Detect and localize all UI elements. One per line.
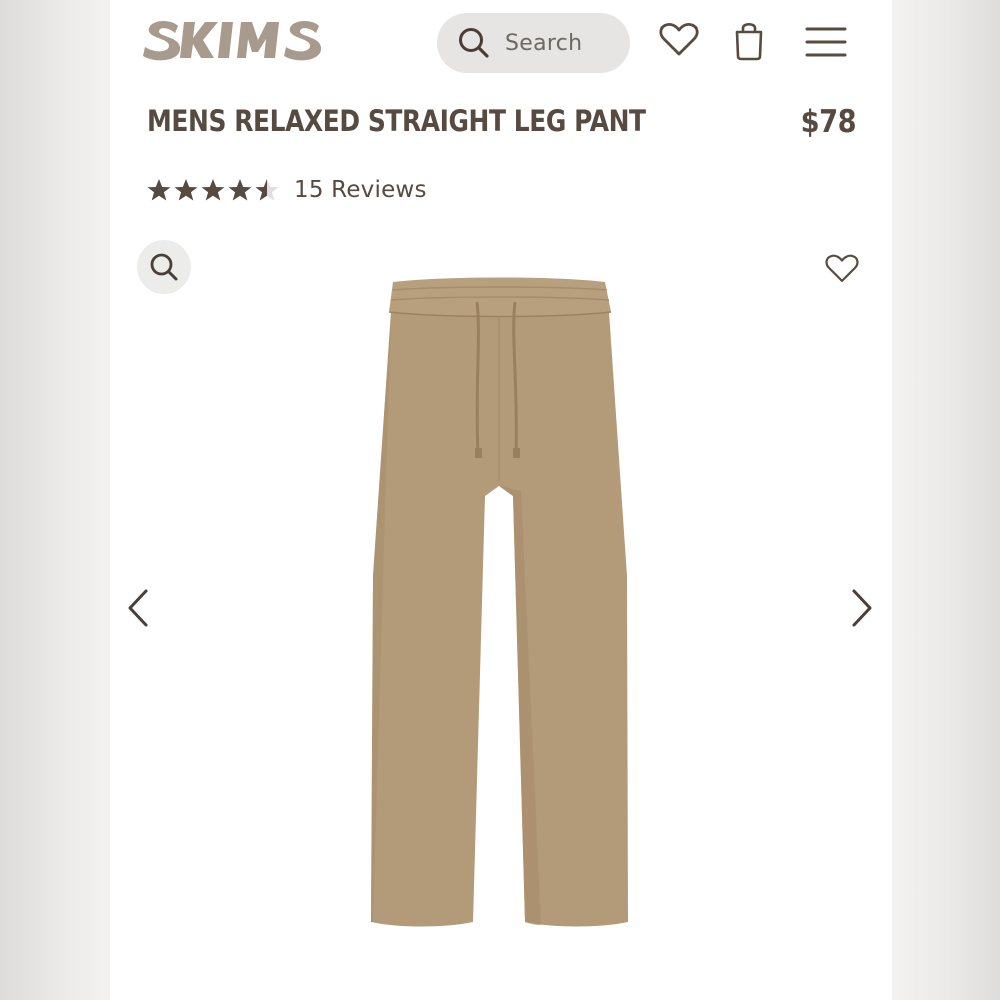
- chevron-left-icon: [128, 589, 148, 627]
- chevron-right-icon: [852, 589, 872, 627]
- product-rating: 15 Reviews: [146, 176, 427, 204]
- photo-background-right: [892, 0, 1000, 1000]
- menu-icon: [805, 27, 847, 57]
- zoom-search-icon: [150, 253, 178, 281]
- zoom-button[interactable]: [137, 240, 191, 294]
- brand-logo[interactable]: [142, 14, 322, 64]
- product-price: $78: [800, 104, 856, 140]
- search-icon: [459, 28, 489, 58]
- search-bar[interactable]: Search: [437, 13, 630, 73]
- image-wishlist-button[interactable]: [823, 252, 861, 291]
- menu-button[interactable]: [805, 24, 847, 60]
- heart-icon: [659, 22, 699, 56]
- wishlist-button[interactable]: [658, 20, 700, 60]
- phone-screen: Search MENS RELAXED STRAIGHT LEG PANT $7…: [110, 0, 892, 1000]
- heart-icon: [825, 254, 859, 283]
- shopping-bag-icon: [735, 22, 763, 61]
- skims-logo-mark: [143, 20, 322, 61]
- star-rating-icon: [147, 179, 279, 201]
- reviews-link[interactable]: 15 Reviews: [294, 177, 427, 203]
- product-title: MENS RELAXED STRAIGHT LEG PANT: [147, 104, 646, 138]
- next-image-button[interactable]: [846, 588, 876, 628]
- product-image: [365, 276, 635, 936]
- pants-image: [371, 277, 628, 927]
- search-placeholder: Search: [505, 30, 583, 56]
- photo-background-left: [0, 0, 110, 1000]
- cart-button[interactable]: [732, 18, 766, 62]
- previous-image-button[interactable]: [124, 588, 154, 628]
